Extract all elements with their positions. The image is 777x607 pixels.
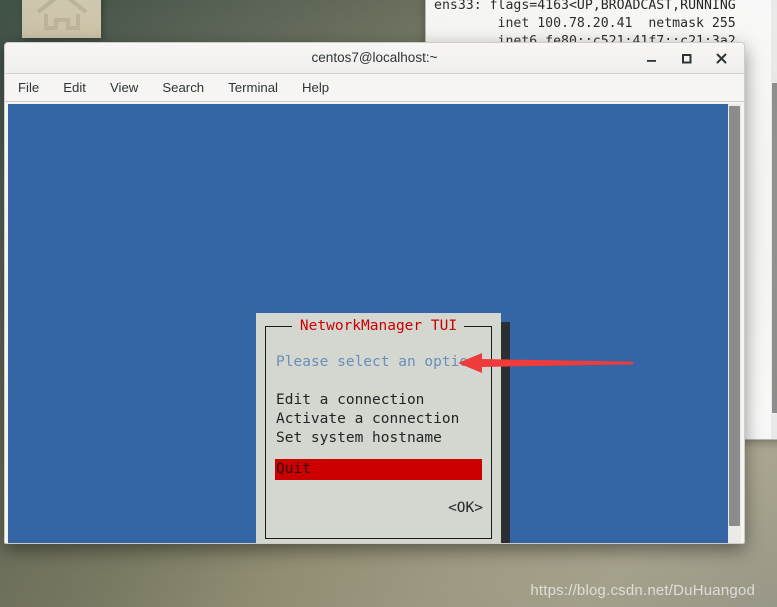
background-scrollbar-thumb[interactable] bbox=[772, 83, 777, 413]
menubar: File Edit View Search Terminal Help bbox=[5, 74, 744, 102]
close-button[interactable] bbox=[710, 48, 732, 68]
menu-option-activate-a-connection[interactable]: Activate a connection bbox=[276, 411, 459, 427]
terminal-scrollbar-thumb[interactable] bbox=[729, 106, 740, 526]
menu-option-quit-selected[interactable]: Quit bbox=[275, 459, 482, 480]
dialog-prompt: Please select an option bbox=[276, 354, 477, 370]
networkmanager-tui-dialog[interactable]: NetworkManager TUI Please select an opti… bbox=[256, 313, 501, 543]
terminal-window[interactable]: centos7@localhost:~ File Edit View Searc… bbox=[4, 42, 745, 544]
home-desktop-icon[interactable] bbox=[22, 0, 101, 38]
menu-option-quit-label: Quit bbox=[276, 461, 311, 477]
window-title: centos7@localhost:~ bbox=[311, 50, 438, 65]
maximize-icon bbox=[681, 53, 691, 63]
background-terminal-scrollbar[interactable] bbox=[771, 0, 777, 439]
menu-item-search[interactable]: Search bbox=[160, 78, 206, 97]
close-icon bbox=[716, 53, 726, 63]
watermark-text: https://blog.csdn.net/DuHuangod bbox=[530, 582, 755, 599]
menu-item-edit[interactable]: Edit bbox=[61, 78, 88, 97]
desktop-background: ens33: flags=4163<UP,BROADCAST,RUNNING i… bbox=[0, 0, 777, 607]
menu-item-help[interactable]: Help bbox=[300, 78, 331, 97]
menu-option-edit-a-connection[interactable]: Edit a connection bbox=[276, 392, 424, 408]
menu-item-terminal[interactable]: Terminal bbox=[226, 78, 280, 97]
ok-button[interactable]: <OK> bbox=[448, 500, 483, 516]
maximize-button[interactable] bbox=[675, 48, 697, 68]
window-titlebar[interactable]: centos7@localhost:~ bbox=[5, 43, 744, 74]
menu-option-set-system-hostname[interactable]: Set system hostname bbox=[276, 430, 442, 446]
terminal-scrollbar[interactable] bbox=[728, 104, 741, 543]
menu-item-view[interactable]: View bbox=[108, 78, 140, 97]
menu-item-file[interactable]: File bbox=[16, 78, 41, 97]
minimize-button[interactable] bbox=[640, 48, 662, 68]
dialog-title: NetworkManager TUI bbox=[299, 318, 458, 334]
minimize-icon bbox=[646, 59, 656, 62]
terminal-screen[interactable]: NetworkManager TUI Please select an opti… bbox=[8, 104, 741, 543]
